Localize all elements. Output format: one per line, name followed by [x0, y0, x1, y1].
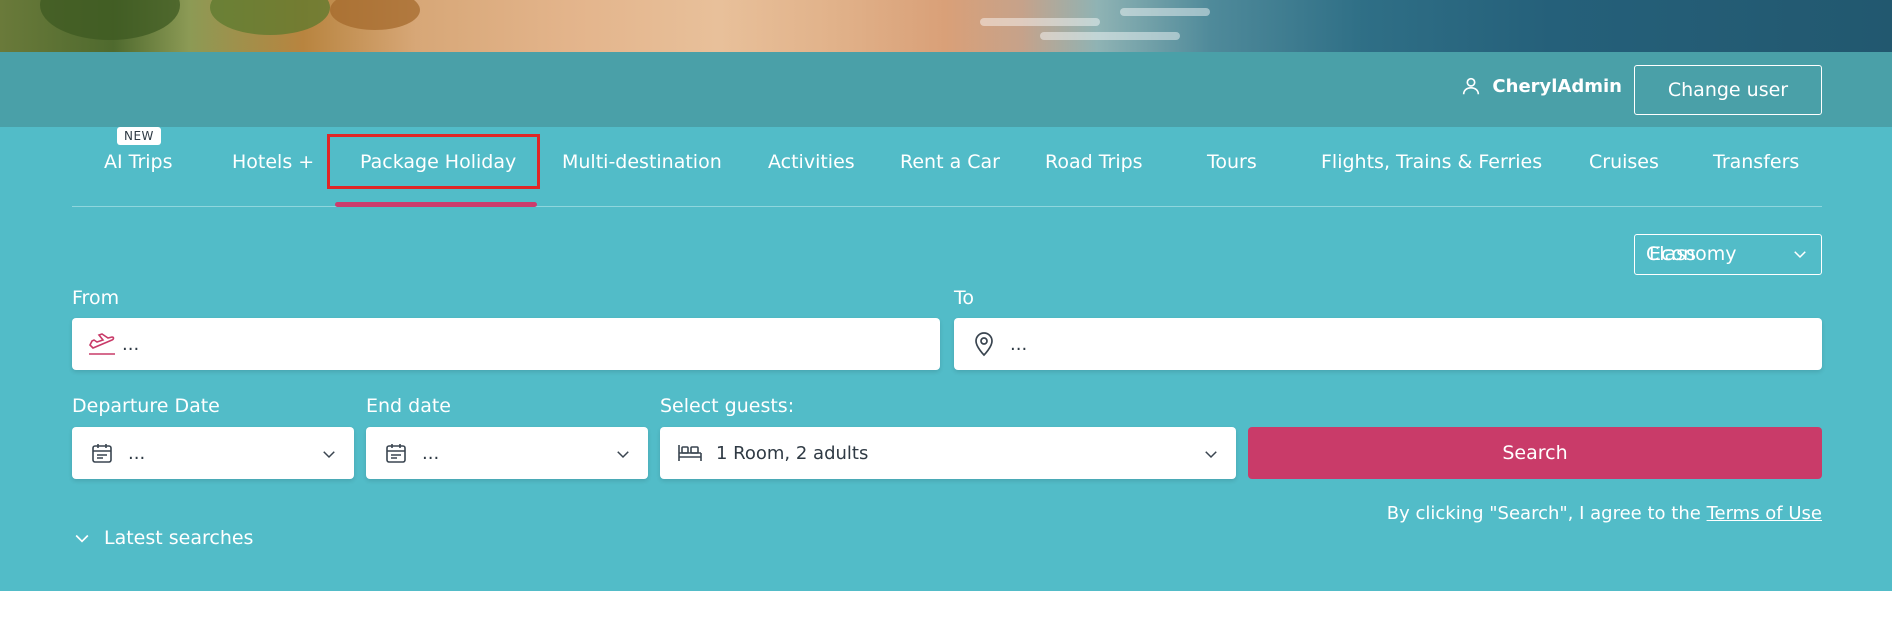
tab-label: Activities — [768, 151, 855, 173]
from-input[interactable] — [122, 333, 817, 355]
current-user: CherylAdmin — [1460, 75, 1622, 97]
guests-value: 1 Room, 2 adults — [716, 442, 869, 464]
new-badge: NEW — [117, 127, 161, 145]
terms-text: By clicking "Search", I agree to the — [1386, 503, 1701, 524]
tab-label: Rent a Car — [900, 151, 1000, 173]
tab-transfers[interactable]: Transfers — [1713, 151, 1799, 173]
search-button[interactable]: Search — [1248, 427, 1822, 479]
to-field[interactable] — [954, 318, 1822, 370]
tab-multi-destination[interactable]: Multi-destination — [562, 151, 722, 173]
departure-date-picker[interactable]: ... — [72, 427, 354, 479]
from-field[interactable] — [72, 318, 940, 370]
plane-takeoff-icon — [86, 328, 118, 360]
user-icon — [1463, 77, 1480, 95]
tab-label: Transfers — [1713, 151, 1800, 173]
active-tab-highlight-box — [327, 134, 540, 189]
class-value: Economy — [1649, 243, 1737, 265]
tab-tours[interactable]: Tours — [1207, 151, 1257, 173]
calendar-icon — [86, 437, 118, 469]
bed-icon — [674, 437, 706, 469]
map-pin-icon — [968, 328, 1000, 360]
guests-select[interactable]: 1 Room, 2 adults — [660, 427, 1236, 479]
calendar-icon — [380, 437, 412, 469]
to-input[interactable] — [1010, 333, 1705, 355]
latest-searches-label: Latest searches — [104, 527, 254, 549]
class-select[interactable]: Economy — [1634, 234, 1822, 275]
to-label: To — [954, 287, 975, 309]
tab-flights-trains-ferries[interactable]: Flights, Trains & Ferries — [1321, 151, 1542, 173]
tab-label: Hotels + — [232, 151, 315, 173]
tab-label: Multi-destination — [562, 151, 722, 173]
search-panel: AI Trips NEW Hotels + Package Holiday Mu… — [0, 127, 1892, 591]
change-user-button[interactable]: Change user — [1634, 65, 1822, 115]
chevron-down-icon — [1205, 451, 1217, 459]
tab-ai-trips[interactable]: AI Trips — [104, 151, 173, 173]
active-tab-indicator — [335, 202, 537, 207]
from-label: From — [72, 287, 120, 309]
chevron-down-icon — [75, 534, 89, 543]
tab-label: Cruises — [1589, 151, 1659, 173]
end-date-value: ... — [422, 442, 440, 464]
tab-label: Flights, Trains & Ferries — [1321, 151, 1543, 173]
tab-cruises[interactable]: Cruises — [1589, 151, 1659, 173]
terms-of-use-link[interactable]: Terms of Use — [1707, 503, 1822, 524]
tab-label: Tours — [1207, 151, 1257, 173]
terms-notice: By clicking "Search", I agree to the Ter… — [1387, 503, 1822, 524]
tab-label: Road Trips — [1045, 151, 1143, 173]
username: CherylAdmin — [1492, 75, 1622, 97]
hero-banner-image — [0, 0, 1892, 52]
chevron-down-icon — [1794, 251, 1806, 259]
tab-hotels[interactable]: Hotels + — [232, 151, 314, 173]
tab-activities[interactable]: Activities — [768, 151, 855, 173]
tab-road-trips[interactable]: Road Trips — [1045, 151, 1143, 173]
top-bar: CherylAdmin Change user — [0, 52, 1892, 127]
chevron-down-icon — [617, 451, 629, 459]
departure-date-label: Departure Date — [72, 395, 220, 417]
end-date-label: End date — [366, 395, 451, 417]
latest-searches-toggle[interactable]: Latest searches — [72, 527, 253, 549]
departure-date-value: ... — [128, 442, 146, 464]
tab-rent-a-car[interactable]: Rent a Car — [900, 151, 1000, 173]
tab-label: AI Trips — [104, 151, 173, 173]
guests-label: Select guests: — [660, 395, 795, 417]
end-date-picker[interactable]: ... — [366, 427, 648, 479]
chevron-down-icon — [323, 451, 335, 459]
